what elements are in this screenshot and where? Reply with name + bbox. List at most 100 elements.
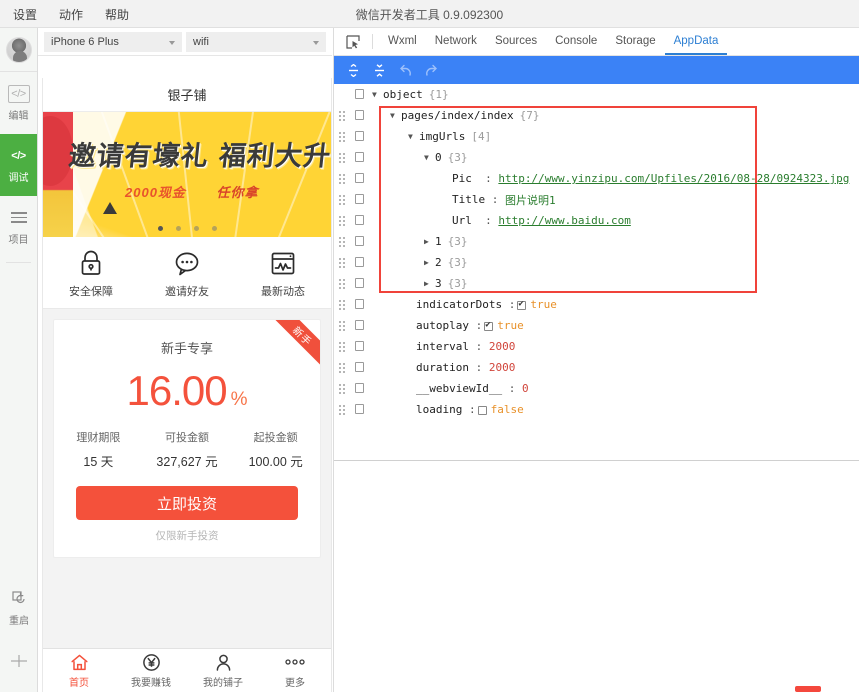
feature-security[interactable]: 安全保障 <box>43 247 139 299</box>
tree-value-link[interactable]: http://www.yinzipu.com/Upfiles/2016/08-2… <box>498 172 849 185</box>
expand-arrow-icon[interactable]: ▼ <box>372 90 383 99</box>
sidebar-item-debug[interactable]: </> 调试 <box>0 134 37 196</box>
row-checkbox[interactable] <box>355 299 364 309</box>
value-checkbox[interactable] <box>484 322 493 331</box>
collapse-all-icon[interactable] <box>370 61 388 79</box>
tree-row-item-0[interactable]: ▼ 0 {3} <box>334 147 859 168</box>
expand-arrow-icon[interactable]: ▶ <box>424 237 435 246</box>
device-select[interactable]: iPhone 6 Plus <box>44 32 182 52</box>
tree-row-loading[interactable]: loading : false <box>334 399 859 420</box>
row-checkbox[interactable] <box>355 110 364 120</box>
row-checkbox[interactable] <box>355 89 364 99</box>
expand-arrow-icon[interactable]: ▼ <box>424 153 435 162</box>
drag-handle[interactable] <box>338 131 347 142</box>
tab-network[interactable]: Network <box>426 28 486 55</box>
tree-row-title[interactable]: Title : 图片说明1 <box>334 189 859 210</box>
network-select[interactable]: wifi <box>186 32 326 52</box>
value-checkbox[interactable] <box>478 406 487 415</box>
tree-row-item-1[interactable]: ▶ 1 {3} <box>334 231 859 252</box>
tree-row-duration[interactable]: duration : 2000 <box>334 357 859 378</box>
tab-earn[interactable]: 我要赚钱 <box>115 649 187 692</box>
element-picker-icon[interactable] <box>340 28 366 55</box>
tree-row-item-3[interactable]: ▶ 3 {3} <box>334 273 859 294</box>
drag-handle[interactable] <box>338 173 347 184</box>
tab-home[interactable]: 首页 <box>43 649 115 692</box>
drag-handle[interactable] <box>338 383 347 394</box>
tree-row-root[interactable]: ▼ object {1} <box>334 84 859 105</box>
drag-handle[interactable] <box>338 341 347 352</box>
expand-arrow-icon[interactable]: ▼ <box>390 111 401 120</box>
drag-handle[interactable] <box>338 299 347 310</box>
tab-wxml[interactable]: Wxml <box>379 28 426 55</box>
drag-handle[interactable] <box>338 278 347 289</box>
row-checkbox[interactable] <box>355 194 364 204</box>
menu-help[interactable]: 帮助 <box>102 4 132 25</box>
tab-console[interactable]: Console <box>546 28 606 55</box>
drag-handle[interactable] <box>338 236 347 247</box>
tree-row-autoplay[interactable]: autoplay : true <box>334 315 859 336</box>
tree-row-page[interactable]: ▼ pages/index/index {7} <box>334 105 859 126</box>
expand-arrow-icon[interactable]: ▶ <box>424 258 435 267</box>
feature-news[interactable]: 最新动态 <box>235 247 331 299</box>
carousel-dot[interactable] <box>194 226 199 231</box>
value-checkbox[interactable] <box>517 301 526 310</box>
appdata-tree[interactable]: ▼ object {1} ▼ pages/index/index {7} ▼ i… <box>334 84 859 461</box>
menu-settings[interactable]: 设置 <box>10 4 40 25</box>
drag-handle[interactable] <box>338 320 347 331</box>
redo-icon[interactable] <box>422 61 440 79</box>
menu-actions[interactable]: 动作 <box>56 4 86 25</box>
cta-note: 仅限新手投资 <box>54 528 320 557</box>
carousel-indicator-dots[interactable] <box>43 226 331 231</box>
row-checkbox[interactable] <box>355 362 364 372</box>
tree-row-pic[interactable]: Pic : http://www.yinzipu.com/Upfiles/201… <box>334 168 859 189</box>
product-card[interactable]: 新手 新手专享 16.00% 理财期限 15 天 可投金额 327,627 元 … <box>53 319 321 558</box>
expand-arrow-icon[interactable]: ▼ <box>408 132 419 141</box>
bottom-tab-bar: 首页 我要赚钱 我的铺子 <box>43 648 331 692</box>
row-checkbox[interactable] <box>355 152 364 162</box>
row-checkbox[interactable] <box>355 215 364 225</box>
tab-appdata[interactable]: AppData <box>665 28 728 55</box>
tab-more[interactable]: 更多 <box>259 649 331 692</box>
row-checkbox[interactable] <box>355 131 364 141</box>
drag-handle[interactable] <box>338 152 347 163</box>
avatar[interactable] <box>6 37 32 63</box>
tree-row-url[interactable]: Url : http://www.baidu.com <box>334 210 859 231</box>
carousel-dot[interactable] <box>158 226 163 231</box>
row-checkbox[interactable] <box>355 257 364 267</box>
carousel-dot[interactable] <box>212 226 217 231</box>
drag-handle[interactable] <box>338 110 347 121</box>
sidebar-item-edit[interactable]: </> 编辑 <box>0 72 37 134</box>
tab-sources[interactable]: Sources <box>486 28 546 55</box>
row-checkbox[interactable] <box>355 383 364 393</box>
undo-icon[interactable] <box>396 61 414 79</box>
tab-my-shop[interactable]: 我的铺子 <box>187 649 259 692</box>
expand-all-icon[interactable] <box>344 61 362 79</box>
tree-row-webviewid[interactable]: __webviewId__ : 0 <box>334 378 859 399</box>
row-checkbox[interactable] <box>355 173 364 183</box>
avatar-container[interactable] <box>0 28 37 72</box>
expand-arrow-icon[interactable]: ▶ <box>424 279 435 288</box>
drag-handle[interactable] <box>338 257 347 268</box>
feature-invite[interactable]: 邀请好友 <box>139 247 235 299</box>
banner-carousel[interactable]: 邀请有壕礼 福利大升 2000现金 任你拿 <box>43 112 331 237</box>
tab-storage[interactable]: Storage <box>606 28 664 55</box>
sidebar-item-resize[interactable] <box>0 634 38 692</box>
drag-handle[interactable] <box>338 404 347 415</box>
tree-row-interval[interactable]: interval : 2000 <box>334 336 859 357</box>
carousel-dot[interactable] <box>176 226 181 231</box>
row-checkbox[interactable] <box>355 341 364 351</box>
row-checkbox[interactable] <box>355 404 364 414</box>
row-checkbox[interactable] <box>355 320 364 330</box>
tree-row-imgurls[interactable]: ▼ imgUrls [4] <box>334 126 859 147</box>
tree-value-link[interactable]: http://www.baidu.com <box>498 214 630 227</box>
invest-now-button[interactable]: 立即投资 <box>76 486 298 520</box>
drag-handle[interactable] <box>338 215 347 226</box>
sidebar-item-project[interactable]: 项目 <box>0 196 37 258</box>
drag-handle[interactable] <box>338 362 347 373</box>
tree-row-item-2[interactable]: ▶ 2 {3} <box>334 252 859 273</box>
drag-handle[interactable] <box>338 194 347 205</box>
sidebar-item-restart[interactable]: 重启 <box>0 582 38 634</box>
tree-row-indicatordots[interactable]: indicatorDots : true <box>334 294 859 315</box>
row-checkbox[interactable] <box>355 236 364 246</box>
row-checkbox[interactable] <box>355 278 364 288</box>
